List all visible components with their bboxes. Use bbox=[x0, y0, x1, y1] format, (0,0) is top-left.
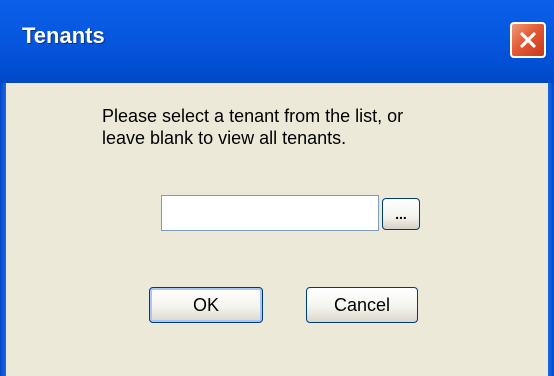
close-button[interactable] bbox=[510, 22, 546, 58]
tenant-input[interactable] bbox=[161, 195, 379, 231]
dialog-client-area: Please select a tenant from the list, or… bbox=[6, 83, 548, 376]
window-frame-right bbox=[548, 83, 554, 376]
cancel-button[interactable]: Cancel bbox=[306, 287, 418, 323]
tenants-dialog-window: Tenants Please select a tenant from the … bbox=[0, 0, 554, 376]
instruction-text: Please select a tenant from the list, or… bbox=[102, 105, 482, 149]
title-bar[interactable]: Tenants bbox=[0, 0, 554, 83]
close-icon bbox=[520, 32, 536, 48]
instruction-line-1: Please select a tenant from the list, or bbox=[102, 106, 404, 126]
browse-tenants-button[interactable]: ... bbox=[382, 198, 420, 230]
ok-button[interactable]: OK bbox=[149, 287, 263, 323]
instruction-line-2: leave blank to view all tenants. bbox=[102, 128, 347, 148]
window-title: Tenants bbox=[22, 23, 105, 48]
